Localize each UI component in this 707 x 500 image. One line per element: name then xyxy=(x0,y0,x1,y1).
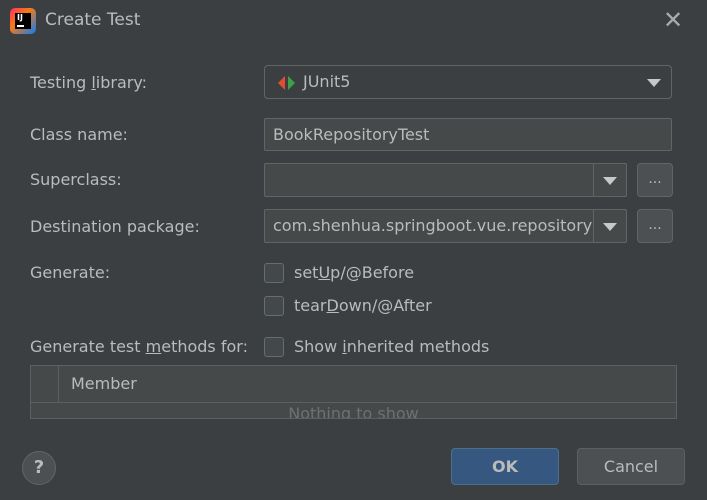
setup-checkbox-label[interactable]: setUp/@Before xyxy=(294,263,414,282)
superclass-browse-button[interactable]: ... xyxy=(637,163,673,197)
destination-package-combobox[interactable]: com.shenhua.springboot.vue.repository xyxy=(264,209,627,243)
generate-methods-label: Generate test methods for: xyxy=(30,337,248,356)
help-button[interactable]: ? xyxy=(22,451,56,485)
testing-library-label: Testing library: xyxy=(30,73,148,92)
chevron-down-icon[interactable] xyxy=(603,223,617,231)
table-header: Member xyxy=(31,366,676,403)
intellij-idea-icon: IJ xyxy=(10,8,36,34)
empty-table-text: Nothing to show xyxy=(288,404,419,419)
close-icon[interactable]: ✕ xyxy=(661,8,685,32)
show-inherited-checkbox-label[interactable]: Show inherited methods xyxy=(294,337,489,356)
testing-library-dropdown[interactable]: JUnit5 xyxy=(264,65,672,99)
members-table[interactable]: Member Nothing to show xyxy=(30,365,677,419)
ok-button[interactable]: OK xyxy=(451,448,559,485)
chevron-down-icon[interactable] xyxy=(603,177,617,185)
chevron-down-icon xyxy=(647,79,661,87)
class-name-input[interactable]: BookRepositoryTest xyxy=(264,118,672,151)
dialog-title: Create Test xyxy=(45,10,141,30)
destination-package-label: Destination package: xyxy=(30,217,200,236)
destination-package-browse-button[interactable]: ... xyxy=(637,209,673,243)
show-inherited-checkbox[interactable] xyxy=(264,337,284,357)
select-column-header[interactable] xyxy=(31,366,59,402)
superclass-combobox[interactable] xyxy=(264,163,627,197)
cancel-button[interactable]: Cancel xyxy=(577,448,685,485)
teardown-checkbox-label[interactable]: tearDown/@After xyxy=(294,296,432,315)
teardown-checkbox[interactable] xyxy=(264,296,284,316)
class-name-label: Class name: xyxy=(30,125,128,144)
member-column-header[interactable]: Member xyxy=(71,366,137,402)
superclass-label: Superclass: xyxy=(30,170,122,189)
testing-library-value: JUnit5 xyxy=(303,72,351,91)
generate-label: Generate: xyxy=(30,263,111,282)
junit5-icon xyxy=(278,76,295,90)
setup-checkbox[interactable] xyxy=(264,263,284,283)
